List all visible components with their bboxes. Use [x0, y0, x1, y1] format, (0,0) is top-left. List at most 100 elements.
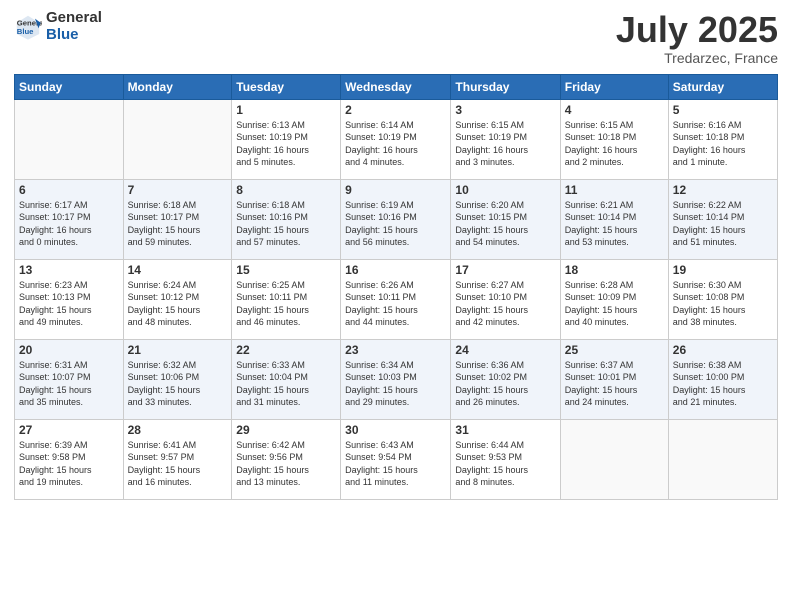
logo: General Blue General Blue [14, 10, 102, 43]
table-row: 21 Sunrise: 6:32 AMSunset: 10:06 PMDaylig… [123, 339, 232, 419]
day-number: 22 [236, 343, 336, 357]
day-info: Sunrise: 6:15 AMSunset: 10:18 PMDaylight… [565, 119, 664, 169]
table-row: 15 Sunrise: 6:25 AMSunset: 10:11 PMDaylig… [232, 259, 341, 339]
location: Tredarzec, France [616, 50, 778, 66]
table-row: 9Sunrise: 6:19 AMSunset: 10:16 PMDayligh… [341, 179, 451, 259]
day-info: Sunrise: 6:30 AMSunset: 10:08 PMDaylight… [673, 279, 773, 329]
day-info: Sunrise: 6:23 AMSunset: 10:13 PMDaylight… [19, 279, 119, 329]
day-number: 18 [565, 263, 664, 277]
day-number: 12 [673, 183, 773, 197]
day-info: Sunrise: 6:17 AMSunset: 10:17 PMDaylight… [19, 199, 119, 249]
table-row [15, 99, 124, 179]
table-row: 24Sunrise: 6:36 AMSunset: 10:02 PMDaylig… [451, 339, 560, 419]
day-number: 8 [236, 183, 336, 197]
table-row: 16Sunrise: 6:26 AMSunset: 10:11 PMDaylig… [341, 259, 451, 339]
day-number: 15 [236, 263, 336, 277]
day-info: Sunrise: 6:31 AMSunset: 10:07 PMDaylight… [19, 359, 119, 409]
day-number: 17 [455, 263, 555, 277]
day-info: Sunrise: 6:32 AMSunset: 10:06 PMDaylight… [128, 359, 228, 409]
table-row: 3 Sunrise: 6:15 AMSunset: 10:19 PMDayligh… [451, 99, 560, 179]
table-row: 20 Sunrise: 6:31 AMSunset: 10:07 PMDaylig… [15, 339, 124, 419]
day-number: 14 [128, 263, 228, 277]
table-row: 31 Sunrise: 6:44 AMSunset: 9:53 PMDayligh… [451, 419, 560, 499]
day-info: Sunrise: 6:24 AMSunset: 10:12 PMDaylight… [128, 279, 228, 329]
table-row: 12 Sunrise: 6:22 AMSunset: 10:14 PMDaylig… [668, 179, 777, 259]
svg-text:Blue: Blue [17, 27, 34, 36]
calendar: Sunday Monday Tuesday Wednesday Thursday… [14, 74, 778, 500]
page: General Blue General Blue July 2025 Tred… [0, 0, 792, 612]
table-row [668, 419, 777, 499]
logo-icon: General Blue [14, 13, 42, 41]
col-saturday: Saturday [668, 74, 777, 99]
day-number: 28 [128, 423, 228, 437]
table-row: 25Sunrise: 6:37 AMSunset: 10:01 PMDaylig… [560, 339, 668, 419]
day-info: Sunrise: 6:25 AMSunset: 10:11 PMDaylight… [236, 279, 336, 329]
table-row: 30Sunrise: 6:43 AMSunset: 9:54 PMDayligh… [341, 419, 451, 499]
day-info: Sunrise: 6:27 AMSunset: 10:10 PMDaylight… [455, 279, 555, 329]
day-info: Sunrise: 6:42 AMSunset: 9:56 PMDaylight:… [236, 439, 336, 489]
day-info: Sunrise: 6:15 AMSunset: 10:19 PMDaylight… [455, 119, 555, 169]
table-row: 22 Sunrise: 6:33 AMSunset: 10:04 PMDaylig… [232, 339, 341, 419]
day-number: 20 [19, 343, 119, 357]
day-info: Sunrise: 6:20 AMSunset: 10:15 PMDaylight… [455, 199, 555, 249]
day-info: Sunrise: 6:39 AMSunset: 9:58 PMDaylight:… [19, 439, 119, 489]
day-number: 10 [455, 183, 555, 197]
table-row: 19 Sunrise: 6:30 AMSunset: 10:08 PMDaylig… [668, 259, 777, 339]
table-row: 4 Sunrise: 6:15 AMSunset: 10:18 PMDayligh… [560, 99, 668, 179]
col-monday: Monday [123, 74, 232, 99]
table-row: 5Sunrise: 6:16 AMSunset: 10:18 PMDayligh… [668, 99, 777, 179]
day-info: Sunrise: 6:33 AMSunset: 10:04 PMDaylight… [236, 359, 336, 409]
day-info: Sunrise: 6:14 AMSunset: 10:19 PMDaylight… [345, 119, 446, 169]
table-row: 18 Sunrise: 6:28 AMSunset: 10:09 PMDaylig… [560, 259, 668, 339]
table-row: 17 Sunrise: 6:27 AMSunset: 10:10 PMDaylig… [451, 259, 560, 339]
logo-blue: Blue [46, 27, 102, 44]
table-row [560, 419, 668, 499]
day-number: 31 [455, 423, 555, 437]
table-row: 27 Sunrise: 6:39 AMSunset: 9:58 PMDayligh… [15, 419, 124, 499]
day-number: 19 [673, 263, 773, 277]
day-info: Sunrise: 6:22 AMSunset: 10:14 PMDaylight… [673, 199, 773, 249]
day-number: 23 [345, 343, 446, 357]
day-number: 29 [236, 423, 336, 437]
day-info: Sunrise: 6:21 AMSunset: 10:14 PMDaylight… [565, 199, 664, 249]
day-info: Sunrise: 6:43 AMSunset: 9:54 PMDaylight:… [345, 439, 446, 489]
day-number: 27 [19, 423, 119, 437]
col-tuesday: Tuesday [232, 74, 341, 99]
table-row: 10 Sunrise: 6:20 AMSunset: 10:15 PMDaylig… [451, 179, 560, 259]
day-number: 4 [565, 103, 664, 117]
table-row: 28 Sunrise: 6:41 AMSunset: 9:57 PMDayligh… [123, 419, 232, 499]
table-row: 7 Sunrise: 6:18 AMSunset: 10:17 PMDayligh… [123, 179, 232, 259]
day-number: 7 [128, 183, 228, 197]
day-number: 25 [565, 343, 664, 357]
table-row [123, 99, 232, 179]
day-info: Sunrise: 6:28 AMSunset: 10:09 PMDaylight… [565, 279, 664, 329]
day-number: 16 [345, 263, 446, 277]
calendar-header-row: Sunday Monday Tuesday Wednesday Thursday… [15, 74, 778, 99]
table-row: 6Sunrise: 6:17 AMSunset: 10:17 PMDayligh… [15, 179, 124, 259]
day-info: Sunrise: 6:19 AMSunset: 10:16 PMDaylight… [345, 199, 446, 249]
table-row: 2 Sunrise: 6:14 AMSunset: 10:19 PMDayligh… [341, 99, 451, 179]
day-info: Sunrise: 6:38 AMSunset: 10:00 PMDaylight… [673, 359, 773, 409]
day-info: Sunrise: 6:16 AMSunset: 10:18 PMDaylight… [673, 119, 773, 169]
title-block: July 2025 Tredarzec, France [616, 10, 778, 66]
day-number: 11 [565, 183, 664, 197]
table-row: 11 Sunrise: 6:21 AMSunset: 10:14 PMDaylig… [560, 179, 668, 259]
col-thursday: Thursday [451, 74, 560, 99]
table-row: 29 Sunrise: 6:42 AMSunset: 9:56 PMDayligh… [232, 419, 341, 499]
logo-general: General [46, 10, 102, 27]
col-friday: Friday [560, 74, 668, 99]
month-title: July 2025 [616, 10, 778, 50]
day-number: 24 [455, 343, 555, 357]
day-number: 2 [345, 103, 446, 117]
day-info: Sunrise: 6:18 AMSunset: 10:16 PMDaylight… [236, 199, 336, 249]
table-row: 13Sunrise: 6:23 AMSunset: 10:13 PMDaylig… [15, 259, 124, 339]
col-sunday: Sunday [15, 74, 124, 99]
table-row: 14 Sunrise: 6:24 AMSunset: 10:12 PMDaylig… [123, 259, 232, 339]
day-number: 3 [455, 103, 555, 117]
day-number: 21 [128, 343, 228, 357]
day-info: Sunrise: 6:41 AMSunset: 9:57 PMDaylight:… [128, 439, 228, 489]
header: General Blue General Blue July 2025 Tred… [14, 10, 778, 66]
day-info: Sunrise: 6:44 AMSunset: 9:53 PMDaylight:… [455, 439, 555, 489]
day-info: Sunrise: 6:18 AMSunset: 10:17 PMDaylight… [128, 199, 228, 249]
day-info: Sunrise: 6:34 AMSunset: 10:03 PMDaylight… [345, 359, 446, 409]
